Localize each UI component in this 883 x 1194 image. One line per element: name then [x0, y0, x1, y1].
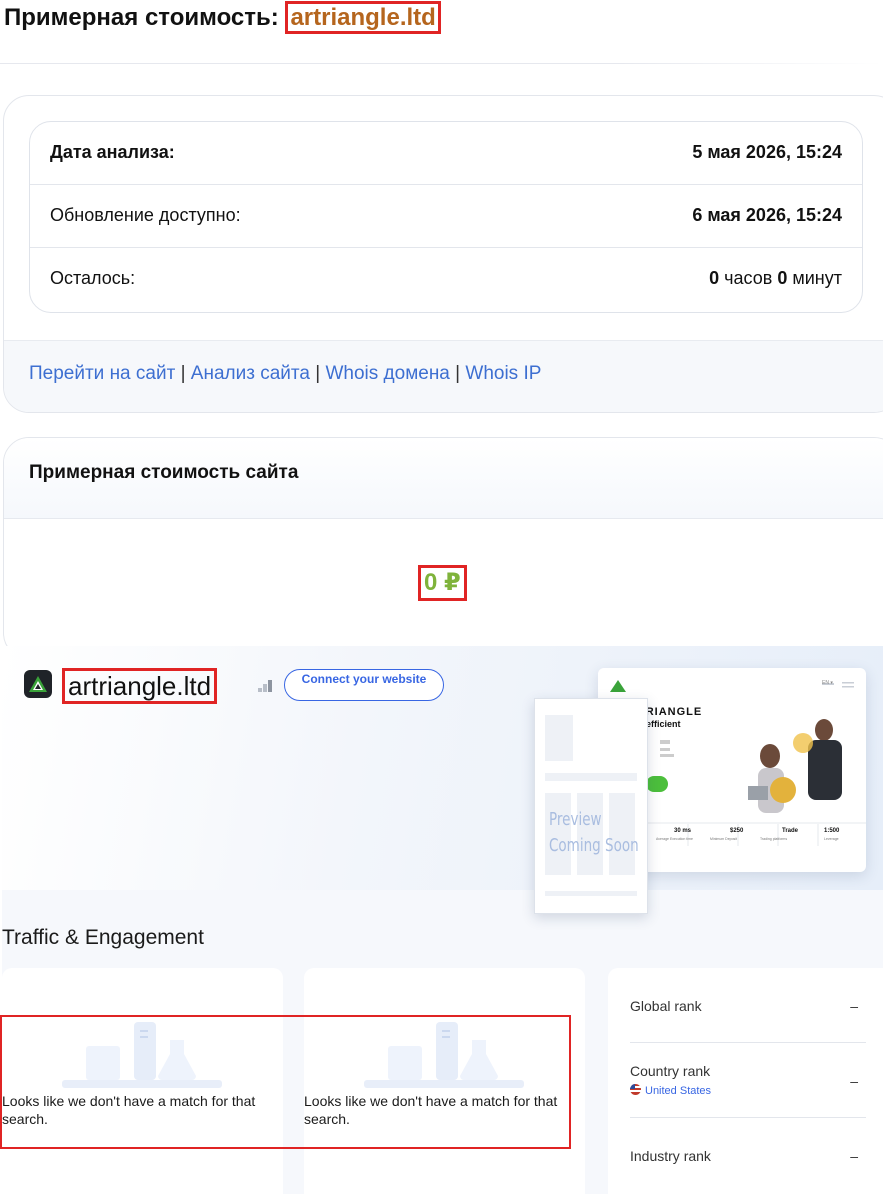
value-card-title: Примерная стоимость сайта	[29, 462, 299, 483]
whois-domain-link[interactable]: Whois домена	[325, 363, 449, 384]
screenshot-stat-value: Trade	[782, 828, 799, 834]
remaining-hours: 0	[709, 268, 720, 288]
remaining-hours-unit: часов	[724, 268, 773, 288]
remaining-label: Осталось:	[50, 268, 136, 288]
global-rank-label: Global rank	[630, 998, 702, 1014]
sw-domain-name: artriangle.ltd	[62, 668, 218, 704]
update-available-label: Обновление доступно:	[50, 205, 241, 225]
country-rank-value: –	[850, 1073, 858, 1089]
remaining-row: Осталось: 0 часов 0 минут	[30, 248, 862, 310]
rank-divider	[630, 1117, 866, 1118]
traffic-engagement-title: Traffic & Engagement	[2, 926, 204, 949]
rank-divider	[630, 1042, 866, 1043]
page-title-domain: artriangle.ltd	[285, 1, 441, 34]
country-name: United States	[645, 1085, 712, 1097]
country-rank-country[interactable]: United States	[630, 1084, 711, 1097]
whois-ip-link[interactable]: Whois IP	[465, 363, 541, 384]
highlight-box	[0, 1015, 571, 1149]
update-available-value: 6 мая 2026, 15:24	[692, 205, 842, 225]
link-separator: |	[455, 363, 461, 384]
us-flag-icon	[630, 1084, 641, 1095]
analysis-date-row: Дата анализа: 5 мая 2026, 15:24	[30, 122, 862, 185]
signal-bars-icon	[258, 679, 274, 697]
country-rank-label: Country rank	[630, 1063, 711, 1079]
go-to-site-link[interactable]: Перейти на сайт	[29, 363, 175, 384]
analysis-date-label: Дата анализа:	[50, 142, 175, 162]
connect-website-button[interactable]: Connect your website	[284, 669, 444, 701]
mobile-preview: Preview Coming Soon	[534, 698, 648, 914]
site-links: Перейти на сайт | Анализ сайта | Whois д…	[29, 363, 541, 385]
screenshot-stat-label: Minimum Deposit	[710, 837, 738, 841]
screenshot-stat-value: 30 ms	[674, 828, 692, 834]
preview-coming-soon: Preview Coming Soon	[549, 807, 639, 859]
site-analysis-link[interactable]: Анализ сайта	[191, 363, 310, 384]
screenshot-stat-value: 1:500	[824, 828, 840, 834]
global-rank-value: –	[850, 998, 858, 1014]
analysis-table: Дата анализа: 5 мая 2026, 15:24 Обновлен…	[29, 121, 863, 313]
ranks-panel: Global rank – Country rank United States…	[608, 968, 883, 1194]
industry-rank-label: Industry rank	[630, 1148, 711, 1164]
preview-line: Coming Soon	[549, 835, 639, 856]
screenshot-stat-label: Trading platforms	[760, 837, 788, 841]
page-title-prefix: Примерная стоимость:	[4, 4, 279, 31]
value-card: Примерная стоимость сайта 0 ₽	[3, 437, 883, 659]
analysis-date-value: 5 мая 2026, 15:24	[692, 142, 842, 162]
site-favicon-icon	[24, 670, 52, 698]
remaining-minutes: 0	[777, 268, 788, 288]
analysis-card: Дата анализа: 5 мая 2026, 15:24 Обновлен…	[3, 95, 883, 413]
screenshot-stat-label: Average Execution time	[656, 837, 693, 841]
page-title: Примерная стоимость: artriangle.ltd	[4, 1, 441, 34]
divider	[0, 63, 883, 64]
preview-line: Preview	[549, 809, 602, 830]
remaining-value: 0 часов 0 минут	[709, 268, 842, 289]
link-separator: |	[180, 363, 186, 384]
link-separator: |	[315, 363, 321, 384]
screenshot-stat-label: Leverage	[824, 837, 839, 841]
screenshot-stat-value: $250	[730, 828, 744, 834]
estimated-price: 0 ₽	[418, 565, 467, 601]
industry-rank-value: –	[850, 1148, 858, 1164]
remaining-minutes-unit: минут	[792, 268, 842, 288]
screenshot-lang: EN ▾	[822, 680, 833, 686]
update-available-row: Обновление доступно: 6 мая 2026, 15:24	[30, 185, 862, 248]
